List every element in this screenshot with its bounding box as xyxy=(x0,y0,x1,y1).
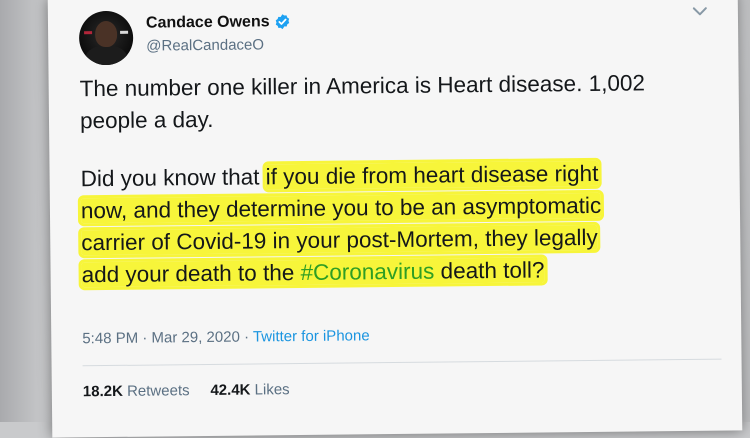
timestamp[interactable]: 5:48 PM · Mar 29, 2020 · xyxy=(82,328,253,348)
avatar-face xyxy=(94,20,118,48)
highlighted-text: add your death to the #Coronavirus death… xyxy=(81,257,545,288)
tweet-text-line: The number one killer in America is Hear… xyxy=(79,70,646,102)
highlighted-text: add your death to the xyxy=(81,259,301,288)
highlighted-text: carrier of Covid-19 in your post-Mortem,… xyxy=(81,224,598,256)
divider xyxy=(82,358,722,367)
source-link[interactable]: Twitter for iPhone xyxy=(253,327,370,345)
author-name[interactable]: Candace Owens xyxy=(146,13,270,32)
author-handle[interactable]: @RealCandaceO xyxy=(146,36,264,54)
verified-badge-icon xyxy=(275,14,290,30)
avatar-accent xyxy=(120,30,129,34)
engagement-stats: 18.2K Retweets 42.4K Likes xyxy=(83,381,290,400)
plain-text: Did you know that xyxy=(80,164,266,192)
avatar[interactable] xyxy=(78,10,134,66)
tweet-text: The number one killer in America is Hear… xyxy=(80,66,732,291)
retweets-stat[interactable]: 18.2K Retweets xyxy=(83,382,190,400)
highlighted-text: now, and they determine you to be an asy… xyxy=(80,192,602,224)
likes-label: Likes xyxy=(254,381,290,399)
tweet-meta: 5:48 PM · Mar 29, 2020 · Twitter for iPh… xyxy=(82,327,370,347)
retweets-count: 18.2K xyxy=(82,382,123,401)
likes-stat[interactable]: 42.4K Likes xyxy=(210,381,289,399)
likes-count: 42.4K xyxy=(210,381,251,399)
retweets-label: Retweets xyxy=(126,382,190,400)
avatar-shoulders xyxy=(85,44,128,66)
chevron-down-icon[interactable] xyxy=(692,6,708,18)
hashtag-link[interactable]: #Coronavirus xyxy=(300,259,434,285)
tweet-card: Candace Owens @RealCandaceO The number o… xyxy=(47,0,743,438)
highlighted-text: death toll? xyxy=(434,257,545,284)
highlighted-text: if you die from heart disease right xyxy=(265,160,599,190)
avatar-accent xyxy=(84,31,93,35)
tweet-text-line: add your death to the #Coronavirus death… xyxy=(81,252,731,291)
